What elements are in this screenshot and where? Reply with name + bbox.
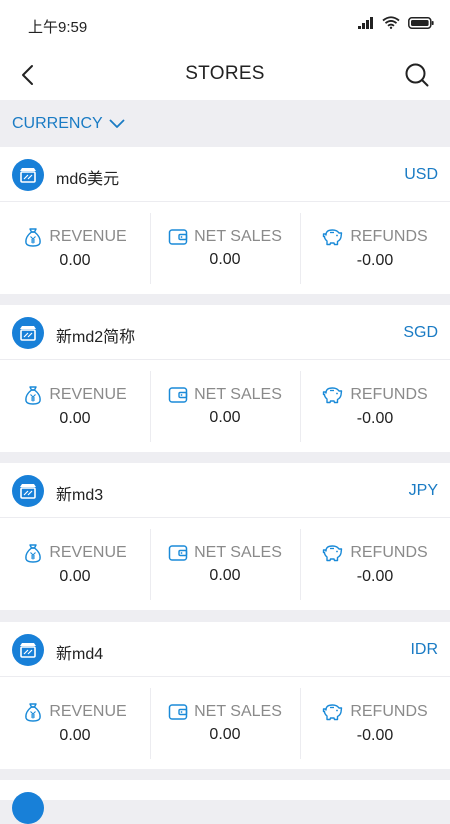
- metric-label: NET SALES: [194, 544, 282, 561]
- metric-net-sales: NET SALES 0.00: [150, 678, 300, 769]
- metric-label: REVENUE: [49, 386, 127, 403]
- metric-refunds: REFUNDS -0.00: [300, 519, 450, 610]
- store-currency: SGD: [403, 324, 438, 341]
- signal-icon: [358, 16, 373, 29]
- store-metrics: REVENUE 0.00 NET SALES 0.00 REFUNDS -0.0…: [0, 203, 450, 294]
- store-icon: [12, 792, 44, 824]
- metric-label: NET SALES: [194, 228, 282, 245]
- refunds-value: -0.00: [356, 568, 394, 585]
- store-icon: [12, 159, 44, 191]
- store-icon: [12, 317, 44, 349]
- metric-label: REVENUE: [49, 544, 127, 561]
- store-icon: [12, 634, 44, 666]
- metric-revenue: REVENUE 0.00: [0, 203, 150, 294]
- piggy-bank-icon: [323, 229, 343, 246]
- metric-label: REFUNDS: [350, 386, 428, 403]
- store-header: 新md2简称 SGD: [0, 305, 450, 360]
- wallet-icon: [168, 704, 188, 720]
- store-name: 新md2简称: [56, 329, 136, 346]
- refunds-value: -0.00: [356, 252, 394, 269]
- store-header: md6美元 USD: [0, 147, 450, 202]
- metric-net-sales: NET SALES 0.00: [150, 361, 300, 452]
- filter-bar: CURRENCY: [0, 100, 450, 147]
- store-header: 新md3 JPY: [0, 463, 450, 518]
- store-name: 新md4: [56, 646, 104, 663]
- wifi-icon: [382, 16, 400, 29]
- store-card[interactable]: 新md4 IDR REVENUE 0.00 NET SALES 0.00 REF…: [0, 622, 450, 769]
- status-bar: 上午9:59: [0, 0, 450, 50]
- metric-label: REFUNDS: [350, 544, 428, 561]
- metric-refunds: REFUNDS -0.00: [300, 361, 450, 452]
- metric-refunds: REFUNDS -0.00: [300, 678, 450, 769]
- metric-revenue: REVENUE 0.00: [0, 678, 150, 769]
- store-metrics: REVENUE 0.00 NET SALES 0.00 REFUNDS -0.0…: [0, 519, 450, 610]
- revenue-value: 0.00: [59, 252, 91, 269]
- store-name: md6美元: [56, 171, 120, 188]
- currency-dropdown[interactable]: CURRENCY: [12, 115, 125, 133]
- metric-label: REFUNDS: [350, 228, 428, 245]
- metric-refunds: REFUNDS -0.00: [300, 203, 450, 294]
- money-bag-icon: [25, 228, 42, 247]
- revenue-value: 0.00: [59, 568, 91, 585]
- metric-revenue: REVENUE 0.00: [0, 519, 150, 610]
- metric-net-sales: NET SALES 0.00: [150, 203, 300, 294]
- metric-label: REVENUE: [49, 228, 127, 245]
- status-time: 上午9:59: [28, 19, 88, 36]
- net-sales-value: 0.00: [209, 251, 241, 268]
- store-card[interactable]: 新md3 JPY REVENUE 0.00 NET SALES 0.00 REF…: [0, 463, 450, 610]
- store-metrics: REVENUE 0.00 NET SALES 0.00 REFUNDS -0.0…: [0, 678, 450, 769]
- metric-label: REFUNDS: [350, 703, 428, 720]
- chevron-down-icon: [109, 119, 125, 128]
- piggy-bank-icon: [323, 387, 343, 404]
- metric-label: NET SALES: [194, 386, 282, 403]
- store-currency: IDR: [410, 641, 438, 658]
- store-currency: JPY: [408, 482, 438, 499]
- search-icon: [405, 63, 429, 87]
- store-currency: USD: [404, 166, 438, 183]
- search-button[interactable]: [402, 60, 432, 90]
- page-title: STORES: [185, 63, 265, 84]
- status-icons: [358, 16, 434, 29]
- metric-revenue: REVENUE 0.00: [0, 361, 150, 452]
- revenue-value: 0.00: [59, 410, 91, 427]
- money-bag-icon: [25, 544, 42, 563]
- net-sales-value: 0.00: [209, 726, 241, 743]
- store-metrics: REVENUE 0.00 NET SALES 0.00 REFUNDS -0.0…: [0, 361, 450, 452]
- wallet-icon: [168, 387, 188, 403]
- money-bag-icon: [25, 703, 42, 722]
- battery-icon: [408, 16, 434, 29]
- piggy-bank-icon: [323, 545, 343, 562]
- metric-label: NET SALES: [194, 703, 282, 720]
- currency-dropdown-label: CURRENCY: [12, 115, 103, 132]
- net-sales-value: 0.00: [209, 567, 241, 584]
- refunds-value: -0.00: [356, 410, 394, 427]
- nav-bar: STORES: [0, 50, 450, 100]
- money-bag-icon: [25, 386, 42, 405]
- piggy-bank-icon: [323, 704, 343, 721]
- store-name: 新md3: [56, 487, 104, 504]
- store-icon: [12, 475, 44, 507]
- wallet-icon: [168, 545, 188, 561]
- refunds-value: -0.00: [356, 727, 394, 744]
- net-sales-value: 0.00: [209, 409, 241, 426]
- store-card[interactable]: md6美元 USD REVENUE 0.00 NET SALES 0.00 RE…: [0, 147, 450, 294]
- wallet-icon: [168, 229, 188, 245]
- store-header: 新md4 IDR: [0, 622, 450, 677]
- metric-label: REVENUE: [49, 703, 127, 720]
- store-card[interactable]: 新md2简称 SGD REVENUE 0.00 NET SALES 0.00 R…: [0, 305, 450, 452]
- metric-net-sales: NET SALES 0.00: [150, 519, 300, 610]
- revenue-value: 0.00: [59, 727, 91, 744]
- store-card-partial[interactable]: [0, 780, 450, 824]
